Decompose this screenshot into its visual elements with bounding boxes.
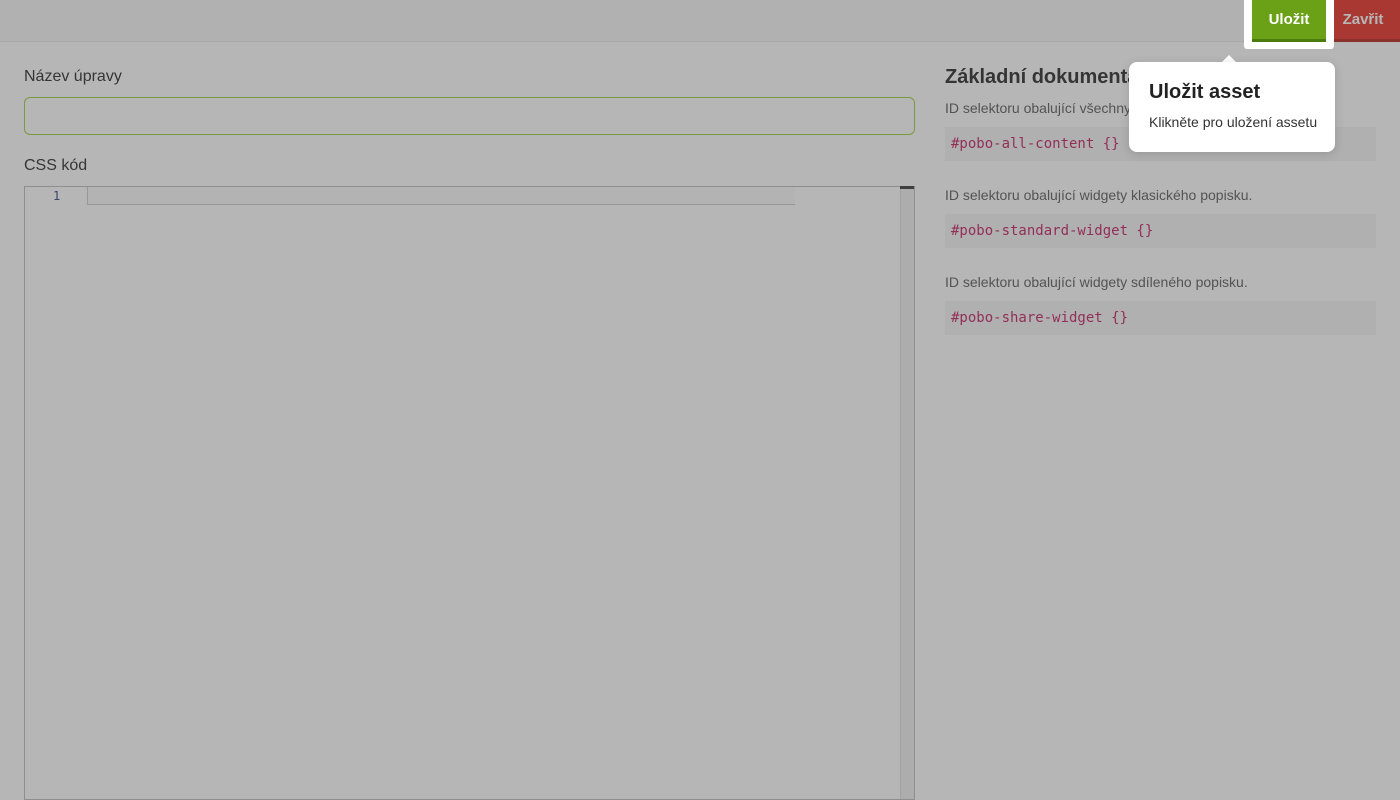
highlighted-save-button[interactable]: Uložit [1252, 0, 1326, 42]
tooltip-title: Uložit asset [1149, 81, 1261, 103]
tooltip-text: Klikněte pro uložení assetu [1149, 114, 1318, 130]
tour-tooltip: Uložit asset Klikněte pro uložení assetu [1129, 62, 1335, 152]
tour-highlight: Uložit [1244, 0, 1334, 49]
